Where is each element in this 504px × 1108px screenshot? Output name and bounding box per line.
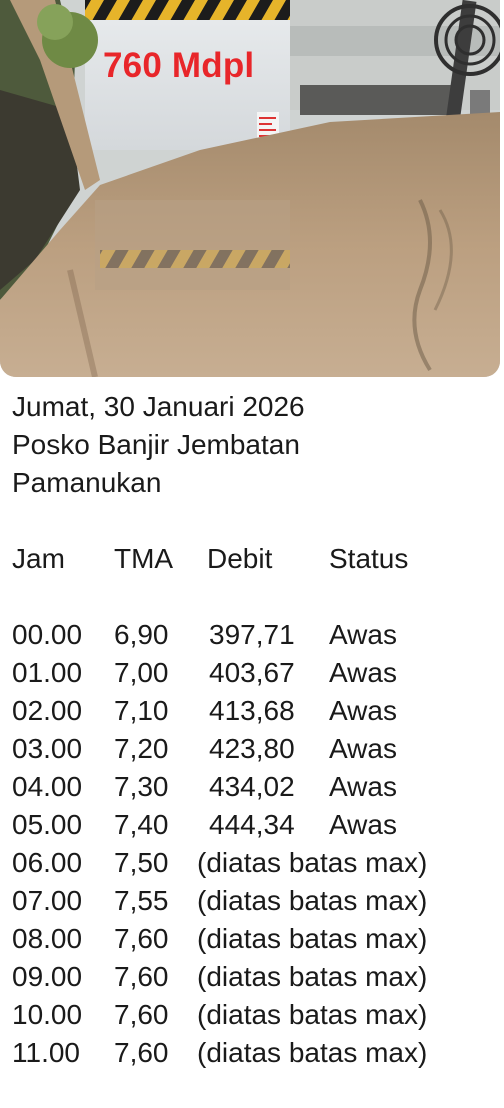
row-jam: 08.00 [12, 923, 83, 954]
message-location-line2: Pamanukan [12, 467, 162, 498]
table-row: 00.00 6,90 397,71 Awas [12, 616, 500, 654]
row-debit: 413,68 [209, 695, 295, 726]
flood-photo[interactable]: 760 Mdpl [0, 0, 500, 377]
message-text: Jumat, 30 Januari 2026 Posko Banjir Jemb… [12, 388, 500, 1072]
row-debit: 397,71 [209, 619, 295, 650]
row-status: Awas [329, 695, 397, 726]
column-header-status: Status [329, 543, 409, 574]
row-note: (diatas batas max) [197, 885, 428, 916]
row-tma: 7,00 [114, 657, 169, 688]
message-date: Jumat, 30 Januari 2026 [12, 391, 305, 422]
row-tma: 7,60 [114, 923, 169, 954]
table-row: 02.00 7,10 413,68 Awas [12, 692, 500, 730]
row-tma: 7,60 [114, 999, 169, 1030]
row-jam: 11.00 [12, 1037, 80, 1068]
row-tma: 7,10 [114, 695, 169, 726]
column-header-jam: Jam [12, 543, 65, 574]
row-status: Awas [329, 771, 397, 802]
table-row: 08.00 7,60 (diatas batas max) [12, 920, 500, 958]
table-row: 04.00 7,30 434,02 Awas [12, 768, 500, 806]
row-tma: 6,90 [114, 619, 169, 650]
column-header-tma: TMA [114, 543, 174, 574]
row-debit: 403,67 [209, 657, 295, 688]
row-jam: 04.00 [12, 771, 83, 802]
row-tma: 7,60 [114, 961, 169, 992]
row-jam: 07.00 [12, 885, 83, 916]
row-note: (diatas batas max) [197, 961, 428, 992]
row-status: Awas [329, 809, 397, 840]
row-status: Awas [329, 619, 397, 650]
row-tma: 7,40 [114, 809, 169, 840]
row-jam: 06.00 [12, 847, 83, 878]
row-jam: 03.00 [12, 733, 83, 764]
row-note: (diatas batas max) [197, 999, 428, 1030]
row-debit: 423,80 [209, 733, 295, 764]
table-row: 03.00 7,20 423,80 Awas [12, 730, 500, 768]
row-jam: 01.00 [12, 657, 83, 688]
row-jam: 00.00 [12, 619, 83, 650]
table-row: 07.00 7,55 (diatas batas max) [12, 882, 500, 920]
row-status: Awas [329, 657, 397, 688]
table-row: 01.00 7,00 403,67 Awas [12, 654, 500, 692]
row-tma: 7,60 [114, 1037, 169, 1068]
table-row: 05.00 7,40 444,34 Awas [12, 806, 500, 844]
table-row: 06.00 7,50 (diatas batas max) [12, 844, 500, 882]
row-note: (diatas batas max) [197, 847, 428, 878]
row-tma: 7,50 [114, 847, 169, 878]
row-jam: 09.00 [12, 961, 83, 992]
table-row: 11.00 7,60 (diatas batas max) [12, 1034, 500, 1072]
row-debit: 444,34 [209, 809, 295, 840]
table-row: 09.00 7,60 (diatas batas max) [12, 958, 500, 996]
row-debit: 434,02 [209, 771, 295, 802]
column-header-debit: Debit [207, 543, 273, 574]
row-note: (diatas batas max) [197, 1037, 428, 1068]
row-tma: 7,55 [114, 885, 169, 916]
row-jam: 10.00 [12, 999, 83, 1030]
row-jam: 05.00 [12, 809, 83, 840]
elevation-label: 760 Mdpl [103, 46, 255, 85]
row-tma: 7,20 [114, 733, 169, 764]
row-status: Awas [329, 733, 397, 764]
message-location-line1: Posko Banjir Jembatan [12, 429, 300, 460]
table-row: 10.00 7,60 (diatas batas max) [12, 996, 500, 1034]
row-note: (diatas batas max) [197, 923, 428, 954]
row-tma: 7,30 [114, 771, 169, 802]
row-jam: 02.00 [12, 695, 83, 726]
table-header: Jam TMA Debit Status [12, 540, 500, 578]
